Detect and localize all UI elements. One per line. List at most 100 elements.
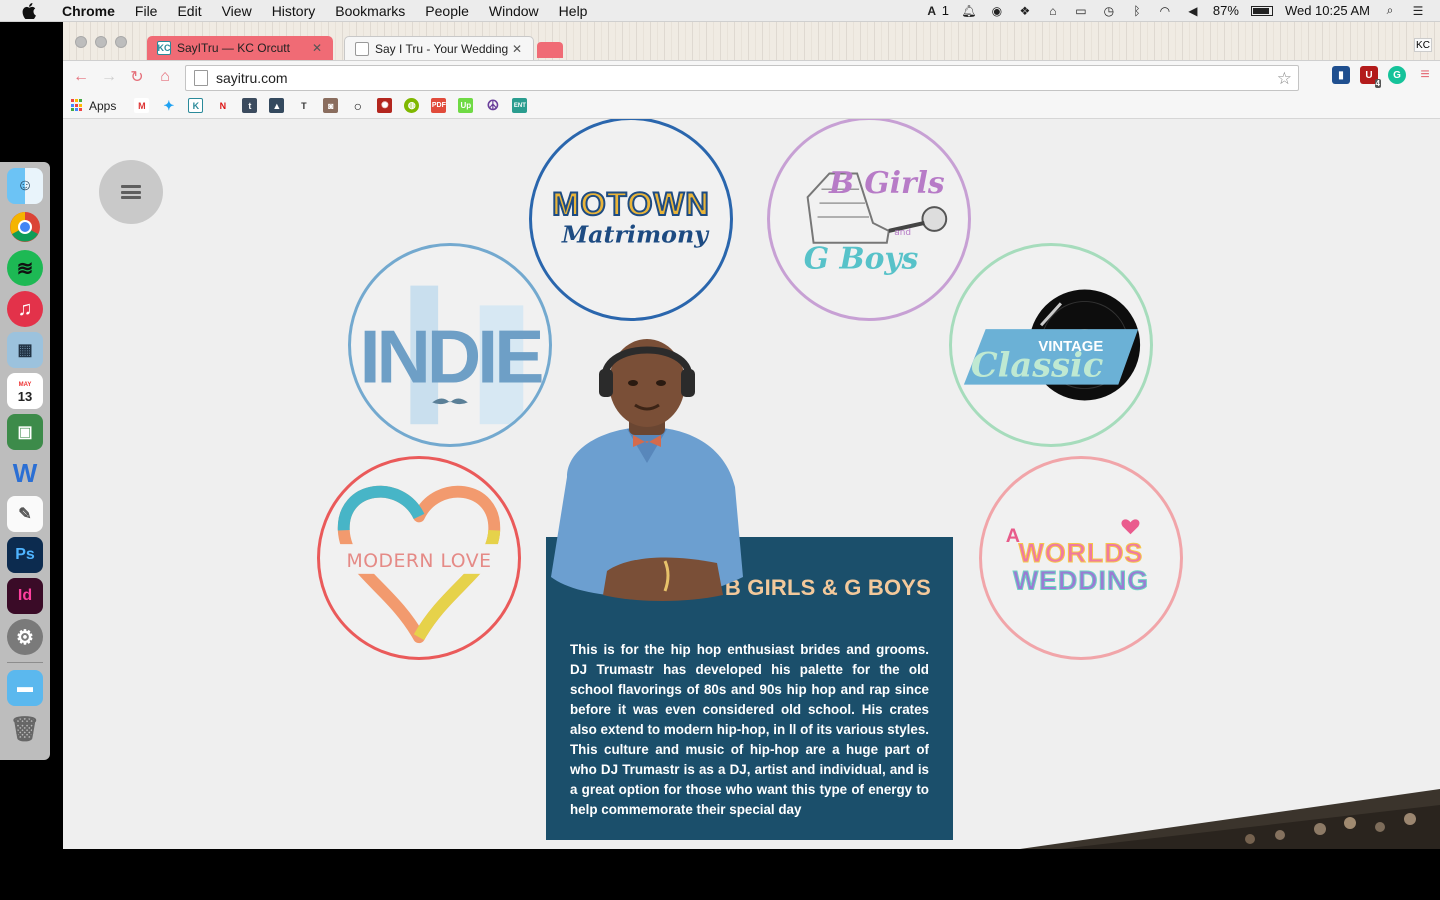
game-bookmark-icon[interactable]: ENT — [512, 98, 528, 113]
menu-view[interactable]: View — [212, 0, 262, 22]
apple-icon[interactable] — [20, 2, 38, 19]
modern-love-logo: MODERN LOVE — [335, 485, 503, 644]
macos-menu-bar: Chrome File Edit View History Bookmarks … — [0, 0, 1440, 22]
notification-center-icon[interactable]: ☰ — [1410, 4, 1426, 18]
photo-bookmark-icon[interactable]: ◙ — [323, 98, 339, 113]
preview-icon[interactable]: ▦ — [7, 332, 43, 368]
theme-b-girls-g-boys[interactable]: B Girls and G Boys — [767, 119, 971, 321]
vintage-logo: VINTAGE Classic — [963, 289, 1141, 401]
chrome-menu-icon[interactable]: ≡ — [1416, 66, 1434, 84]
bgirls-logo: B Girls and G Boys — [804, 166, 948, 277]
globe-bookmark-icon[interactable]: ◍ — [404, 98, 420, 113]
minimize-window-button[interactable] — [95, 36, 107, 48]
tumblr-bookmark-icon[interactable]: t — [242, 98, 258, 113]
extension-badge: 4 — [1374, 79, 1381, 88]
hamburger-menu-button[interactable] — [99, 160, 163, 224]
wedding-title: WEDDING — [1013, 566, 1149, 596]
tab-say-i-tru-active[interactable]: Say I Tru - Your Wedding M ✕ — [344, 36, 534, 60]
address-bar[interactable]: sayitru.com ☆ — [185, 65, 1299, 91]
bookmark-star-icon[interactable]: ☆ — [1277, 69, 1292, 89]
calendar-day: 13 — [17, 389, 33, 404]
ublock-extension-icon[interactable]: U4 — [1360, 66, 1381, 88]
home-icon[interactable]: ⌂ — [151, 65, 179, 89]
theme-motown-matrimony[interactable]: MOTOWN Matrimony — [529, 119, 733, 321]
theme-a-worlds-wedding[interactable]: A WORLDS WEDDING — [979, 456, 1183, 660]
bookmarks-bar: Apps M ✦ K N t ▲ T ◙ ○ ✺ ◍ PDF Up ☮ ENT — [63, 93, 1440, 119]
itunes-icon[interactable]: ♫ — [7, 291, 43, 327]
volume-icon[interactable]: ◀ — [1185, 4, 1201, 18]
close-window-button[interactable] — [75, 36, 87, 48]
folder-icon[interactable]: ▬ — [7, 670, 43, 706]
grammarly-extension-icon[interactable]: G — [1388, 66, 1406, 84]
modern-love-title: MODERN LOVE — [347, 551, 492, 572]
peace-bookmark-icon[interactable]: ☮ — [485, 97, 500, 113]
menu-people[interactable]: People — [415, 0, 479, 22]
url-text[interactable]: sayitru.com — [216, 70, 288, 86]
reload-icon[interactable]: ↻ — [123, 65, 151, 89]
spotify-icon[interactable]: ≋ — [7, 250, 43, 286]
netflix-bookmark-icon[interactable]: N — [215, 98, 230, 113]
sync-circle-icon[interactable]: ◉ — [989, 4, 1005, 18]
profile-button[interactable]: KC — [1414, 38, 1432, 52]
menu-history[interactable]: History — [262, 0, 326, 22]
menu-window[interactable]: Window — [479, 0, 549, 22]
time-machine-icon[interactable]: ◷ — [1101, 4, 1117, 18]
bgirls-and: and — [894, 228, 911, 238]
kc-bookmark-icon[interactable]: K — [188, 98, 204, 113]
panel-title: B GIRLS & G BOYS — [724, 575, 931, 600]
twitter-bookmark-icon[interactable]: ✦ — [161, 98, 176, 113]
upwork-bookmark-icon[interactable]: Up — [458, 98, 474, 113]
gmail-bookmark-icon[interactable]: M — [134, 98, 150, 113]
tab-title: Say I Tru - Your Wedding M — [375, 41, 511, 56]
menu-app-chrome[interactable]: Chrome — [52, 0, 125, 22]
tfd-bookmark-icon[interactable]: T — [296, 98, 311, 113]
apps-grid-icon — [71, 99, 84, 112]
pdf-bookmark-icon[interactable]: PDF — [431, 98, 447, 113]
trash-icon[interactable]: 🗑︎ — [7, 711, 43, 747]
theme-vintage-classic[interactable]: VINTAGE Classic — [949, 243, 1153, 447]
analytics-extension-icon[interactable]: ▮ — [1332, 66, 1350, 84]
tab-title: SayITru — KC Orcutt — [177, 41, 290, 55]
worlds-wedding-logo: A WORLDS WEDDING — [1006, 519, 1149, 596]
adobe-count: 1 — [941, 3, 949, 18]
new-tab-button[interactable] — [537, 42, 563, 58]
small-heart-icon — [1121, 519, 1140, 535]
close-tab-icon[interactable]: ✕ — [511, 42, 523, 56]
photoshop-icon[interactable]: Ps — [7, 537, 43, 573]
dj-hands — [603, 557, 723, 601]
adobe-icon[interactable]: A — [924, 4, 940, 18]
theme-modern-love[interactable]: MODERN LOVE — [317, 456, 521, 660]
airplay-icon[interactable]: ▭ — [1073, 4, 1089, 18]
menu-bookmarks[interactable]: Bookmarks — [325, 0, 415, 22]
system-preferences-icon[interactable]: ⚙ — [7, 619, 43, 655]
wifi-icon[interactable]: ◠ — [1157, 4, 1173, 18]
close-tab-icon[interactable]: ✕ — [311, 41, 323, 55]
notification-bell-icon[interactable]: 🔔︎ — [961, 4, 977, 18]
forward-arrow-icon[interactable]: → — [95, 65, 123, 89]
dropbox-icon[interactable]: ❖ — [1017, 4, 1033, 18]
tab-sayitru-kc-orcutt[interactable]: KC SayITru — KC Orcutt ✕ — [147, 36, 333, 60]
back-arrow-icon[interactable]: ← — [67, 65, 95, 89]
art-bookmark-icon[interactable]: ✺ — [377, 98, 393, 113]
calendar-icon[interactable]: MAY 13 — [7, 373, 43, 409]
bluetooth-icon[interactable]: ᛒ — [1129, 4, 1145, 18]
theme-indie[interactable]: INDIE — [348, 243, 552, 447]
finder-icon[interactable]: ☺ — [7, 168, 43, 204]
news-bookmark-icon[interactable]: ▲ — [269, 98, 285, 113]
textedit-icon[interactable]: ✎ — [7, 496, 43, 532]
indesign-icon[interactable]: Id — [7, 578, 43, 614]
word-icon[interactable]: W — [7, 455, 43, 491]
zoom-window-button[interactable] — [115, 36, 127, 48]
clock[interactable]: Wed 10:25 AM — [1285, 3, 1370, 18]
bookmark-apps[interactable]: Apps — [71, 99, 116, 113]
spotlight-search-icon[interactable]: ⌕ — [1382, 3, 1398, 18]
home-icon[interactable]: ⌂ — [1045, 4, 1061, 18]
chrome-icon[interactable] — [7, 209, 43, 245]
menu-edit[interactable]: Edit — [167, 0, 211, 22]
battery-icon[interactable] — [1250, 5, 1273, 16]
iphoto-icon[interactable]: ▣ — [7, 414, 43, 450]
worlds-title: WORLDS — [1019, 538, 1144, 568]
menu-file[interactable]: File — [125, 0, 168, 22]
menu-help[interactable]: Help — [549, 0, 598, 22]
ring-bookmark-icon[interactable]: ○ — [350, 98, 365, 114]
